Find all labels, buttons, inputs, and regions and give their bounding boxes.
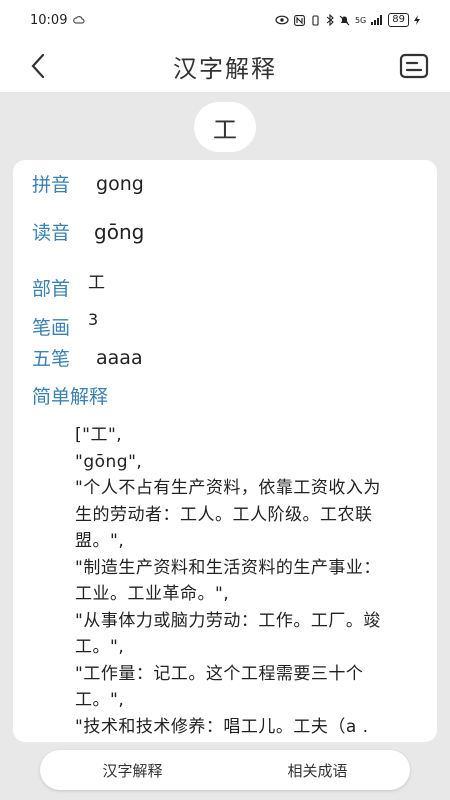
strokes-label: 笔画 — [32, 317, 71, 339]
explanation-line: 工。", — [75, 637, 125, 657]
status-time: 10:09 — [30, 12, 68, 28]
reading-row: 读音 gōng — [32, 218, 144, 245]
wubi-row: 五笔 aaaa — [32, 344, 143, 371]
wubi-label: 五笔 — [32, 348, 71, 370]
explanation-line: "gōng", — [75, 451, 143, 472]
explanation-heading-row: 简单解释 — [32, 382, 108, 409]
eye-icon — [275, 15, 289, 25]
status-bar: 10:09 5G 89 — [0, 0, 450, 40]
mute-icon — [339, 15, 350, 25]
network-type: 5G — [354, 15, 367, 25]
explanation-line: 生的劳动者：工人。工人阶级。工农联 — [75, 504, 373, 525]
pinyin-label: 拼音 — [32, 174, 71, 196]
back-button[interactable] — [22, 50, 54, 82]
explanation-line: 工业。工业革命。", — [75, 584, 230, 604]
radical-label: 部首 — [32, 278, 71, 300]
reading-label: 读音 — [32, 222, 71, 244]
explanation-heading: 简单解释 — [32, 386, 109, 408]
strokes-value: 3 — [88, 310, 99, 329]
reading-value: gōng — [94, 219, 145, 244]
battery-indicator: 89 — [388, 13, 409, 27]
vibrate-icon — [312, 14, 319, 26]
wubi-value: aaaa — [96, 346, 143, 369]
bottom-tab-bar: 汉字解释 相关成语 — [40, 750, 410, 790]
explanation-line: "从事体力或脑力劳动：工作。工厂。竣 — [75, 610, 381, 631]
charging-icon — [414, 15, 420, 25]
explanation-line: "工作量：记工。这个工程需要三十个 — [75, 663, 364, 684]
tab-related-idioms[interactable]: 相关成语 — [225, 760, 410, 781]
notes-button[interactable] — [398, 50, 430, 82]
explanation-line: 工。", — [75, 690, 125, 710]
tab-character-explanation[interactable]: 汉字解释 — [40, 760, 225, 781]
explanation-line: 盟。", — [75, 531, 125, 551]
details-card: 拼音 gong 读音 gōng 部首 工 笔画 3 五笔 aaaa 简单解释 [… — [13, 160, 437, 742]
explanation-line: "个人不占有生产资料，依靠工资收入为 — [75, 478, 381, 498]
explanation-line: "制造生产资料和生活资料的生产事业： — [75, 557, 381, 578]
nfc-icon — [294, 14, 305, 26]
explanation-line: ["工", — [75, 425, 123, 445]
cloud-icon — [73, 15, 86, 24]
signal-icon — [371, 15, 383, 25]
explanation-line: "技术和技术修养：唱工儿。工夫（a . — [75, 716, 369, 737]
chevron-left-icon — [31, 53, 45, 79]
strokes-row: 笔画 3 — [32, 305, 98, 340]
explanation-text: ["工", "gōng", "个人不占有生产资料，依靠工资收入为 生的劳动者：工… — [75, 422, 420, 740]
bluetooth-icon — [326, 14, 334, 26]
notes-icon — [399, 53, 429, 79]
radical-value: 工 — [88, 273, 106, 293]
character-badge: 工 — [194, 102, 256, 152]
pinyin-row: 拼音 gong — [32, 170, 144, 197]
page-title: 汉字解释 — [173, 54, 277, 83]
radical-row: 部首 工 — [32, 266, 105, 301]
pinyin-value: gong — [96, 172, 144, 195]
app-bar: 汉字解释 — [0, 40, 450, 92]
